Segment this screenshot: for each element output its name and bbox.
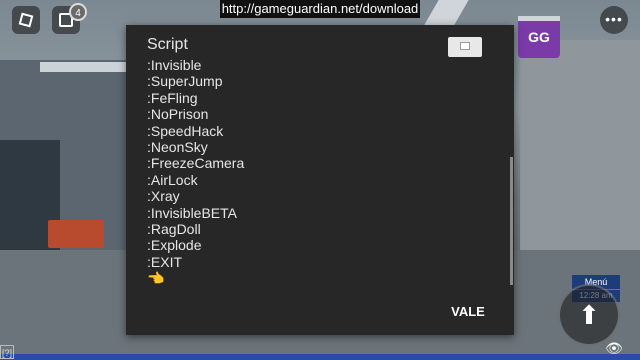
download-url-banner: http://gameguardian.net/download <box>220 0 420 18</box>
dialog-title: Script <box>147 36 188 53</box>
script-option-airlock[interactable]: :AirLock <box>147 172 507 188</box>
more-button[interactable]: ••• <box>600 6 628 34</box>
script-option-xray[interactable]: :Xray <box>147 188 507 204</box>
script-option-freezecamera[interactable]: :FreezeCamera <box>147 155 507 171</box>
script-option-explode[interactable]: :Explode <box>147 237 507 253</box>
jump-arrow-icon: ⬆ <box>578 300 600 330</box>
script-option-exit[interactable]: :EXIT <box>147 254 507 270</box>
game-red-object <box>48 220 104 248</box>
more-icon: ••• <box>605 11 623 27</box>
script-option-invisiblebeta[interactable]: :InvisibleBETA <box>147 205 507 221</box>
script-option-invisible[interactable]: :Invisible <box>147 57 507 73</box>
help-button[interactable]: [?] <box>0 345 14 359</box>
script-options-list: :Invisible :SuperJump :FeFling :NoPrison… <box>147 57 507 319</box>
eye-icon[interactable]: 👁 <box>604 340 624 356</box>
chat-badge: 4 <box>69 3 87 21</box>
script-option-ragdoll[interactable]: :RagDoll <box>147 221 507 237</box>
roblox-menu-button[interactable] <box>12 6 40 34</box>
roblox-logo-icon <box>18 12 34 28</box>
jump-button[interactable]: ⬆ <box>558 284 620 346</box>
script-option-speedhack[interactable]: :SpeedHack <box>147 123 507 139</box>
script-option-noprison[interactable]: :NoPrison <box>147 106 507 122</box>
game-roof <box>40 62 140 72</box>
dialog-minimize-tab[interactable] <box>448 37 482 57</box>
gameguardian-floating-button[interactable]: GG <box>518 16 560 58</box>
pointing-hand-icon: 👈 <box>147 270 165 287</box>
dialog-scrollbar[interactable] <box>510 157 513 285</box>
script-dialog: Script :Invisible :SuperJump :FeFling :N… <box>126 25 514 335</box>
ok-button[interactable]: VALE <box>444 303 492 321</box>
script-option-neonsky[interactable]: :NeonSky <box>147 139 507 155</box>
script-option-superjump[interactable]: :SuperJump <box>147 73 507 89</box>
gameguardian-top-bar <box>518 16 560 21</box>
gameguardian-logo: GG <box>528 29 550 45</box>
window-icon <box>460 42 470 50</box>
game-bottom-bar <box>0 354 640 360</box>
script-option-fefling[interactable]: :FeFling <box>147 90 507 106</box>
